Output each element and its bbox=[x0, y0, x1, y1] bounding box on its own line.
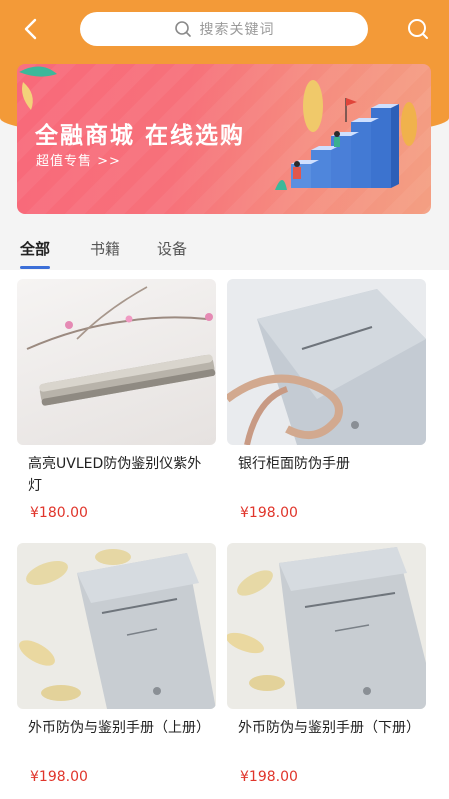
handbook-image bbox=[227, 289, 426, 445]
tab-books[interactable]: 书籍 bbox=[88, 238, 122, 259]
product-title: 银行柜面防伪手册 bbox=[238, 456, 350, 472]
product-card[interactable]: 银行柜面防伪手册 ¥198.00 bbox=[227, 279, 426, 521]
product-image bbox=[17, 279, 216, 445]
product-title: 外币防伪与鉴别手册（下册） bbox=[238, 720, 420, 736]
page: 搜索关键词 全融商城 在线选购 超值专售 >> 全部 书籍 设备 高亮UVLED… bbox=[0, 0, 449, 799]
product-price: ¥180.00 bbox=[30, 505, 88, 521]
product-card[interactable]: 外币防伪与鉴别手册（上册） ¥198.00 bbox=[17, 543, 216, 785]
back-button[interactable] bbox=[16, 14, 46, 44]
tab-all[interactable]: 全部 bbox=[18, 238, 52, 259]
search-icon bbox=[174, 21, 191, 37]
product-card[interactable]: 高亮UVLED防伪鉴别仪紫外灯 ¥180.00 bbox=[17, 279, 216, 521]
product-image bbox=[227, 543, 426, 709]
product-price: ¥198.00 bbox=[240, 769, 298, 785]
tab-devices[interactable]: 设备 bbox=[155, 238, 189, 259]
search-input[interactable]: 搜索关键词 bbox=[80, 12, 368, 46]
search-placeholder: 搜索关键词 bbox=[199, 22, 275, 38]
handbook-image bbox=[227, 547, 426, 709]
category-tabs: 全部 书籍 设备 bbox=[0, 226, 449, 270]
search-icon bbox=[408, 19, 428, 39]
product-price: ¥198.00 bbox=[30, 769, 88, 785]
promo-banner[interactable]: 全融商城 在线选购 超值专售 >> bbox=[17, 64, 431, 214]
back-arrow-icon bbox=[24, 18, 37, 40]
banner-subtitle[interactable]: 超值专售 >> bbox=[36, 150, 121, 169]
product-card[interactable]: 外币防伪与鉴别手册（下册） ¥198.00 bbox=[227, 543, 426, 785]
product-image bbox=[227, 279, 426, 445]
search-button[interactable] bbox=[403, 14, 433, 44]
active-tab-indicator bbox=[20, 266, 50, 269]
product-image bbox=[17, 543, 216, 709]
stairs-illustration bbox=[275, 80, 417, 190]
uv-lamp-image bbox=[26, 286, 216, 406]
product-price: ¥198.00 bbox=[240, 505, 298, 521]
banner-title: 全融商城 在线选购 bbox=[35, 123, 246, 149]
product-title: 高亮UVLED防伪鉴别仪紫外灯 bbox=[28, 456, 202, 494]
handbook-image bbox=[19, 549, 216, 709]
product-title: 外币防伪与鉴别手册（上册） bbox=[28, 720, 210, 736]
leaf-decoration bbox=[19, 66, 57, 110]
